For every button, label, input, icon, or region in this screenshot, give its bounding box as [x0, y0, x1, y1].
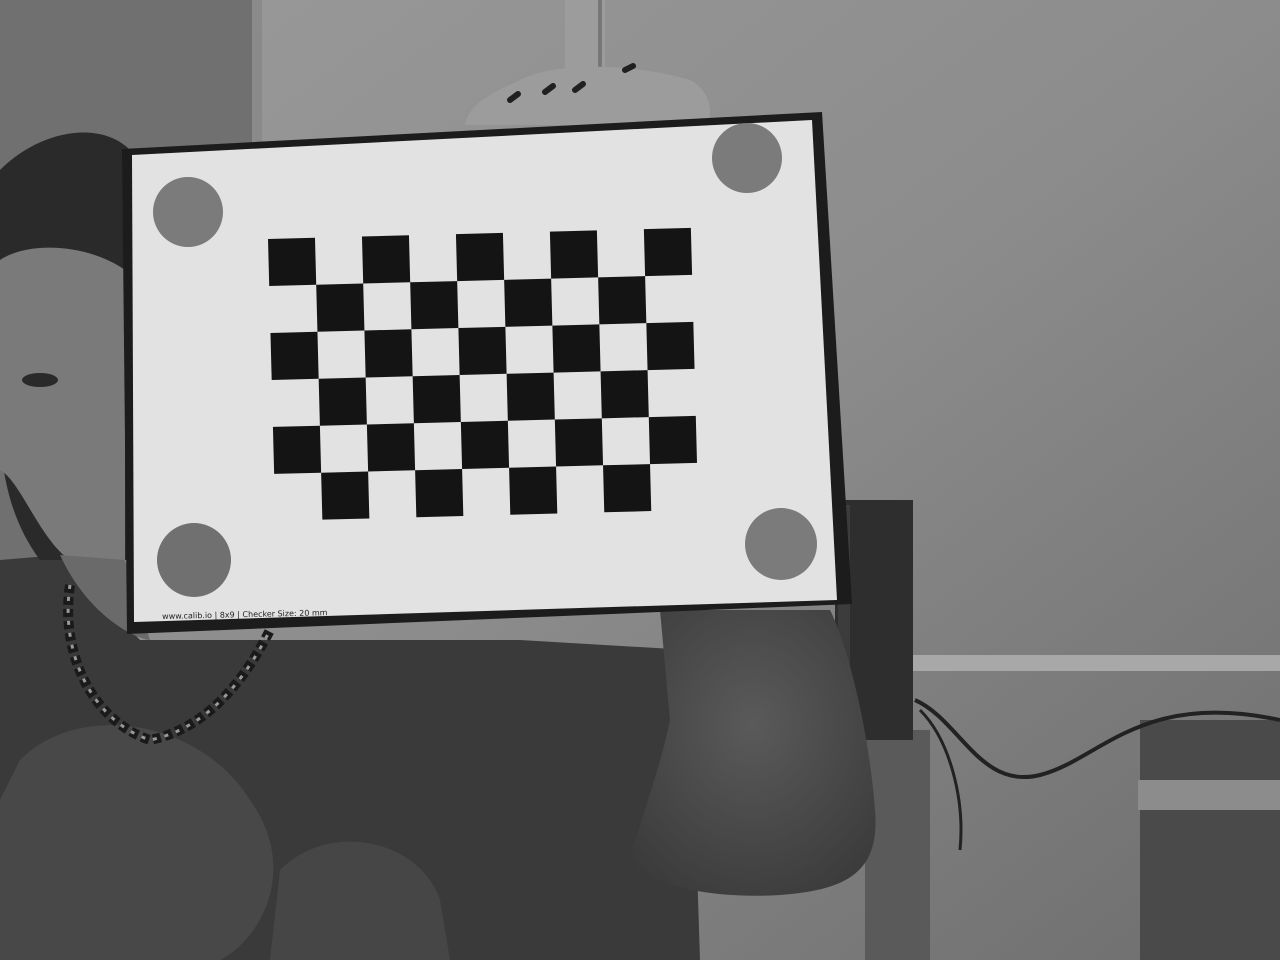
checker-square [554, 418, 604, 467]
checker-square [458, 326, 507, 376]
shelf-rail [910, 655, 1280, 671]
cabinet [865, 730, 930, 960]
checker-square [646, 321, 695, 371]
eye [22, 373, 58, 387]
checker-square [272, 425, 322, 474]
checker-square [600, 370, 649, 419]
magnet-top-right [712, 123, 782, 193]
checker-square [504, 278, 553, 327]
desk-top [1138, 780, 1280, 810]
checker-square [412, 375, 461, 424]
checker-square [552, 324, 601, 373]
checker-square [268, 237, 317, 286]
checker-square [455, 232, 505, 282]
checker-square [318, 377, 367, 426]
checker-square [321, 471, 370, 520]
checker-square [648, 415, 698, 465]
checker-square [460, 420, 510, 469]
checker-square [603, 464, 652, 513]
checker-square [509, 466, 558, 515]
checker-square [270, 331, 319, 380]
checker-square [506, 372, 555, 421]
checker-square [410, 281, 459, 330]
checker-square [643, 227, 693, 277]
checker-square [361, 235, 411, 284]
checker-square [316, 283, 365, 332]
checker-square [364, 329, 413, 378]
magnet-top-left [153, 177, 223, 247]
checker-square [598, 276, 647, 325]
checker-square [549, 230, 599, 279]
desk-panel [1140, 720, 1280, 960]
checker-square [415, 468, 464, 518]
magnet-bottom-left [157, 523, 231, 597]
calibration-board [122, 112, 852, 634]
arm [630, 610, 876, 896]
magnet-bottom-right [745, 508, 817, 580]
checker-square [366, 423, 416, 472]
